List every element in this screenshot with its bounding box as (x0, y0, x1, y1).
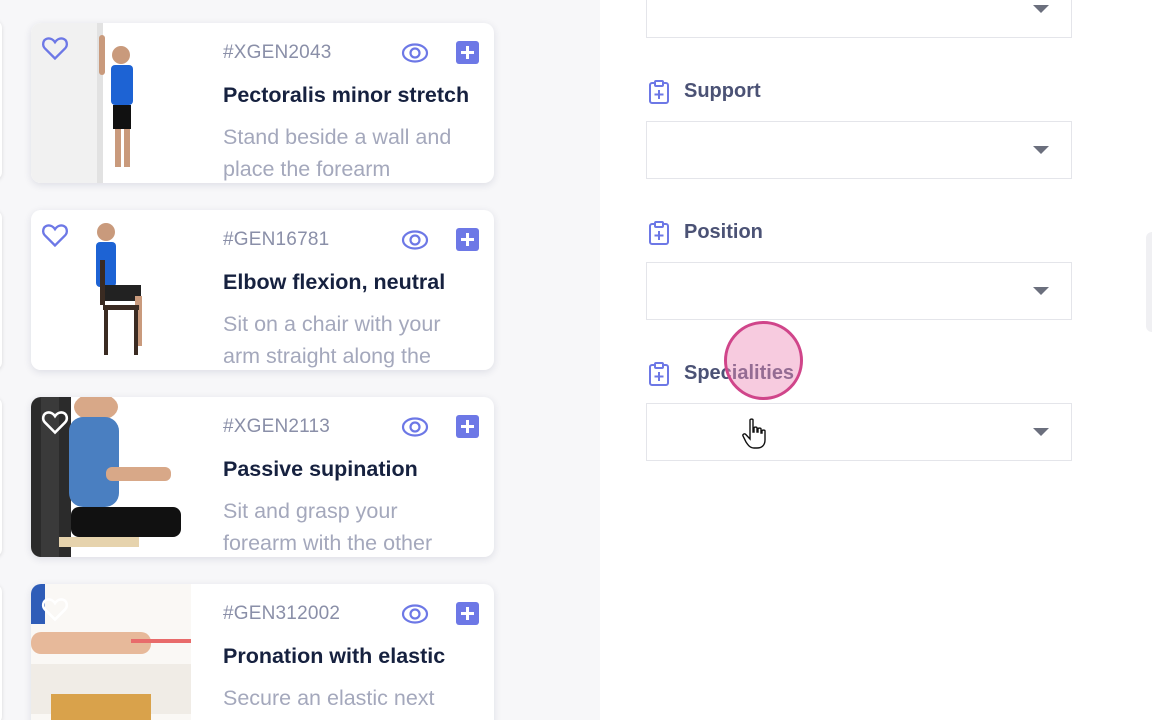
clipboard-plus-icon (649, 221, 669, 245)
support-label: Support (684, 80, 761, 102)
caret-down-icon (1033, 428, 1049, 436)
position-label: Position (684, 221, 763, 243)
preview-eye-icon[interactable] (401, 602, 429, 626)
add-exercise-icon[interactable] (456, 602, 479, 625)
clipboard-plus-icon (649, 80, 669, 104)
favorite-heart-icon[interactable] (41, 409, 69, 435)
add-exercise-icon[interactable] (456, 415, 479, 438)
add-exercise-icon[interactable] (456, 41, 479, 64)
exercise-card[interactable]: #XGEN2113 Passive supination Sit and gra… (31, 397, 494, 557)
caret-down-icon (1033, 146, 1049, 154)
exercise-description: Sit on a chair with your arm straight al… (223, 312, 441, 368)
exercise-title: Passive supination (223, 457, 418, 481)
adjacent-card-edges (0, 0, 4, 720)
caret-down-icon (1033, 287, 1049, 295)
exercise-list: #XGEN2043 Pectoralis minor stretch Stand… (0, 0, 600, 720)
favorite-heart-icon[interactable] (41, 35, 69, 61)
position-select[interactable] (646, 262, 1072, 320)
clipboard-plus-icon (649, 362, 669, 386)
exercise-card[interactable]: #GEN16781 Elbow flexion, neutral Sit on … (31, 210, 494, 370)
filter-select-top[interactable] (646, 0, 1072, 38)
exercise-title: Elbow flexion, neutral (223, 270, 446, 294)
preview-eye-icon[interactable] (401, 415, 429, 439)
exercise-code: #XGEN2043 (223, 42, 332, 63)
exercise-description: Stand beside a wall and place the forear… (223, 125, 452, 181)
favorite-heart-icon[interactable] (41, 596, 69, 622)
caret-down-icon (1033, 5, 1049, 13)
exercise-title: Pectoralis minor stretch (223, 83, 470, 107)
exercise-description: Secure an elastic next (223, 686, 435, 710)
preview-eye-icon[interactable] (401, 41, 429, 65)
exercise-description: Sit and grasp your forearm with the othe… (223, 499, 433, 555)
preview-eye-icon[interactable] (401, 228, 429, 252)
click-highlight (724, 321, 803, 400)
support-select[interactable] (646, 121, 1072, 179)
exercise-card[interactable]: #XGEN2043 Pectoralis minor stretch Stand… (31, 23, 494, 183)
filter-panel: Support Position Specialities (600, 0, 1152, 720)
favorite-heart-icon[interactable] (41, 222, 69, 248)
exercise-code: #GEN16781 (223, 229, 330, 250)
add-exercise-icon[interactable] (456, 228, 479, 251)
exercise-card[interactable]: #GEN312002 Pronation with elastic Secure… (31, 584, 494, 720)
specialities-select[interactable] (646, 403, 1072, 461)
exercise-code: #GEN312002 (223, 603, 341, 624)
adjacent-panel-edge (1146, 232, 1152, 332)
hand-pointer-icon (742, 418, 766, 449)
exercise-title: Pronation with elastic (223, 644, 446, 668)
exercise-code: #XGEN2113 (223, 416, 331, 437)
